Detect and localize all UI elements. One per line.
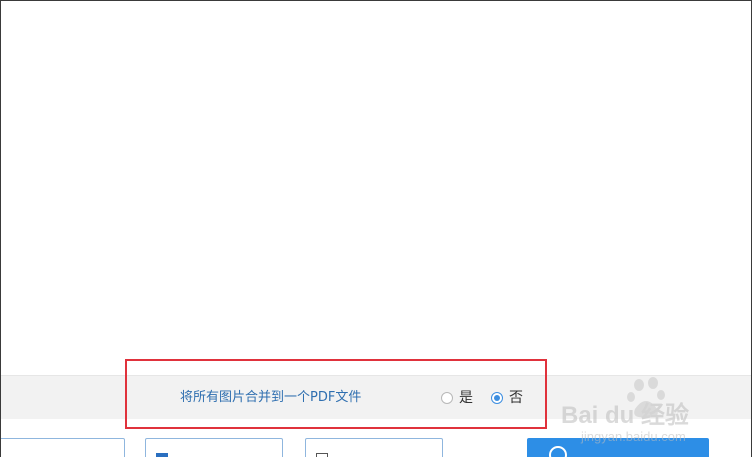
file-list-area[interactable] — [1, 1, 751, 375]
radio-yes-circle[interactable] — [441, 392, 453, 404]
merge-option-bar: 将所有图片合并到一个PDF文件 是 否 — [1, 375, 751, 420]
radio-no[interactable]: 否 — [491, 389, 523, 407]
merge-option-label: 将所有图片合并到一个PDF文件 — [180, 390, 362, 405]
play-circle-icon — [549, 446, 567, 457]
start-convert-button[interactable] — [527, 438, 709, 457]
add-folder-button[interactable] — [145, 438, 283, 457]
clear-list-icon — [316, 453, 328, 457]
radio-no-circle[interactable] — [491, 392, 503, 404]
app-window: 将所有图片合并到一个PDF文件 是 否 Bai du 经验 jingyan.ba… — [0, 0, 752, 457]
folder-icon — [156, 453, 168, 457]
clear-list-button[interactable] — [305, 438, 443, 457]
radio-yes-label: 是 — [459, 390, 473, 406]
add-file-button[interactable] — [1, 438, 125, 457]
radio-yes[interactable]: 是 — [441, 389, 473, 407]
radio-no-label: 否 — [509, 390, 523, 406]
bottom-toolbar — [1, 419, 751, 457]
